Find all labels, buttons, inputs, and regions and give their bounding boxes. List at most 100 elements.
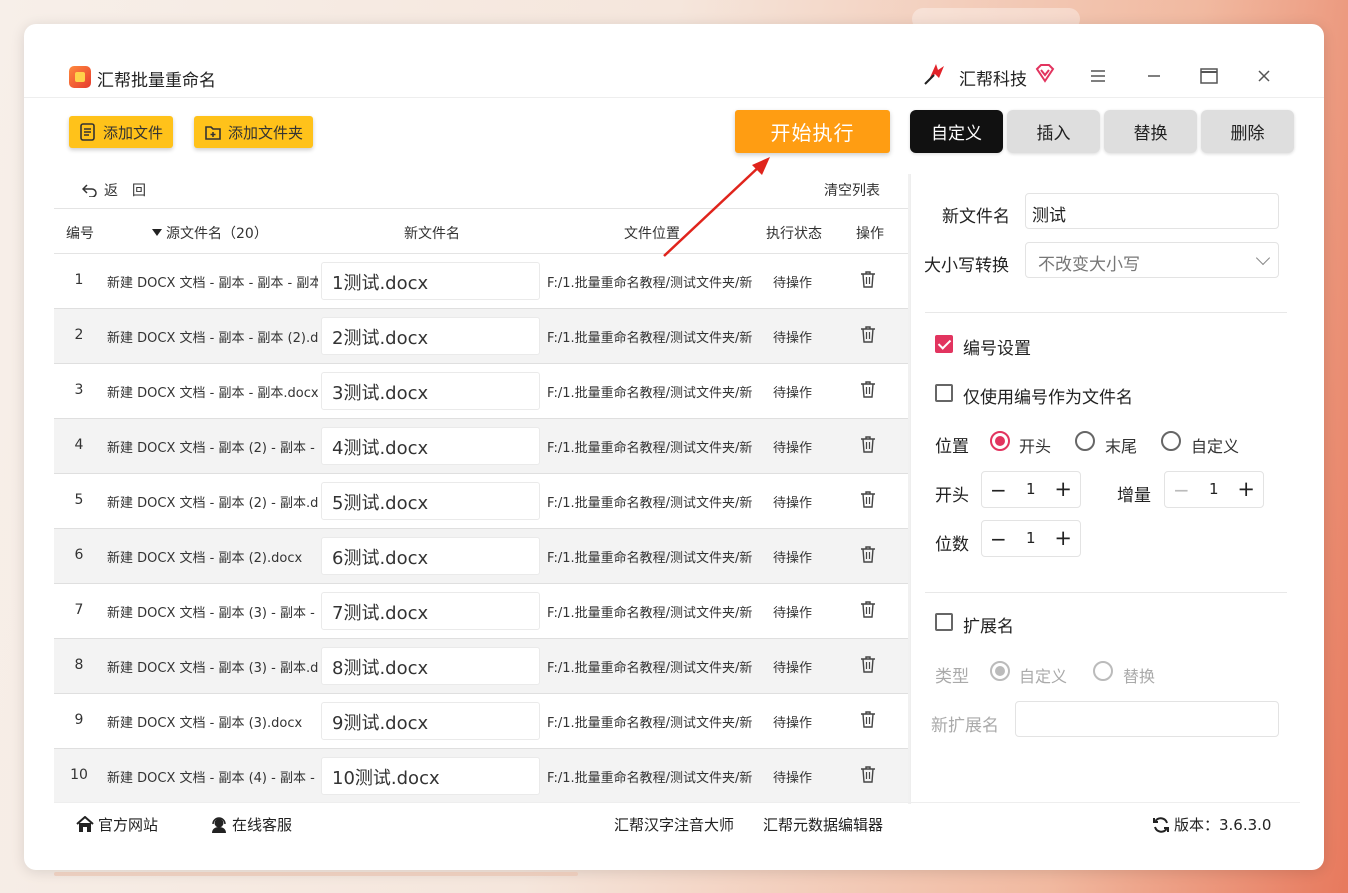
trash-icon[interactable]: [860, 600, 880, 620]
row-new-name-input[interactable]: 7测试.docx: [321, 592, 540, 630]
row-status: 待操作: [773, 331, 813, 346]
maximize-icon[interactable]: [1195, 62, 1223, 90]
vip-diamond-icon[interactable]: [1034, 62, 1056, 84]
link-metadata[interactable]: 汇帮元数据编辑器: [763, 814, 883, 835]
row-number: 5: [74, 492, 84, 508]
service-label: 在线客服: [232, 816, 293, 834]
ext-checkbox[interactable]: [935, 613, 953, 631]
table-row[interactable]: 2 新建 DOCX 文档 - 副本 - 副本 (2).docx 2测试.docx F:…: [54, 309, 908, 364]
trash-icon[interactable]: [860, 380, 880, 400]
row-number: 1: [74, 272, 84, 288]
table-row[interactable]: 9 新建 DOCX 文档 - 副本 (3).docx 9测试.docx F:/1.批量…: [54, 694, 908, 749]
undo-button[interactable]: 返 回: [82, 180, 146, 200]
type-option-replace: 替换: [1123, 667, 1156, 686]
menu-icon[interactable]: [1084, 62, 1112, 90]
tab-replace[interactable]: 替换: [1104, 110, 1197, 153]
step-stepper[interactable]: − 1 +: [1164, 471, 1264, 508]
divider: [925, 592, 1287, 593]
table-row[interactable]: 7 新建 DOCX 文档 - 副本 (3) - 副本 - 7测试.docx F:/1.…: [54, 584, 908, 639]
trash-icon[interactable]: [860, 545, 880, 565]
row-new-name-input[interactable]: 5测试.docx: [321, 482, 540, 520]
step-decrement-button[interactable]: −: [1173, 478, 1190, 502]
row-source-name: 新建 DOCX 文档 - 副本 (4) - 副本 -: [107, 771, 315, 786]
version-label: 版本：3.6.3.0: [1174, 816, 1272, 834]
row-new-name-input[interactable]: 9测试.docx: [321, 702, 540, 740]
table-row[interactable]: 4 新建 DOCX 文档 - 副本 (2) - 副本 - 4测试.docx F:/1.…: [54, 419, 908, 474]
row-path: F:/1.批量重命名教程/测试文件夹/新: [547, 661, 753, 676]
trash-icon[interactable]: [860, 765, 880, 785]
position-radio-end[interactable]: [1075, 431, 1095, 451]
digits-label: 位数: [935, 535, 969, 555]
table-row[interactable]: 1 新建 DOCX 文档 - 副本 - 副本 - 副本 1测试.docx F:/1.批…: [54, 254, 908, 309]
add-file-button[interactable]: 添加文件: [69, 116, 174, 148]
table-row[interactable]: 6 新建 DOCX 文档 - 副本 (2).docx 6测试.docx F:/1.批量…: [54, 529, 908, 584]
row-path: F:/1.批量重命名教程/测试文件夹/新: [547, 496, 753, 511]
refresh-icon[interactable]: [1152, 816, 1170, 834]
add-folder-button[interactable]: 添加文件夹: [194, 116, 314, 148]
clear-list-button[interactable]: 清空列表: [824, 180, 880, 200]
website-link[interactable]: 官方网站: [76, 814, 158, 835]
table-row[interactable]: 10 新建 DOCX 文档 - 副本 (4) - 副本 - 10测试.docx F:/…: [54, 749, 908, 802]
digits-increment-button[interactable]: +: [1054, 526, 1072, 550]
numbering-checkbox[interactable]: [935, 335, 953, 353]
start-decrement-button[interactable]: −: [990, 478, 1007, 502]
website-label: 官方网站: [98, 816, 159, 834]
new-ext-input[interactable]: [1015, 701, 1279, 737]
position-radio-start[interactable]: [990, 431, 1010, 451]
trash-icon[interactable]: [860, 325, 880, 345]
case-select[interactable]: 不改变大小写: [1025, 242, 1279, 278]
trash-icon[interactable]: [860, 655, 880, 675]
row-source-name: 新建 DOCX 文档 - 副本 (3) - 副本.docx: [107, 661, 318, 676]
row-path: F:/1.批量重命名教程/测试文件夹/新: [547, 716, 753, 731]
row-status: 待操作: [773, 551, 813, 566]
header-src[interactable]: 源文件名（20）: [152, 223, 268, 243]
row-new-name-input[interactable]: 1测试.docx: [321, 262, 540, 300]
type-radio-custom[interactable]: [990, 661, 1010, 681]
row-new-name-input[interactable]: 8测试.docx: [321, 647, 540, 685]
position-radio-custom[interactable]: [1161, 431, 1181, 451]
add-file-label: 添加文件: [103, 123, 164, 142]
row-status: 待操作: [773, 716, 813, 731]
row-new-name-input[interactable]: 6测试.docx: [321, 537, 540, 575]
row-number: 9: [74, 712, 84, 728]
start-increment-button[interactable]: +: [1054, 477, 1072, 501]
add-folder-label: 添加文件夹: [228, 123, 304, 142]
start-stepper[interactable]: − 1 +: [981, 471, 1081, 508]
service-link[interactable]: 在线客服: [210, 814, 292, 835]
digits-stepper[interactable]: − 1 +: [981, 520, 1081, 557]
tab-delete[interactable]: 删除: [1201, 110, 1294, 153]
tab-custom[interactable]: 自定义: [910, 110, 1003, 153]
row-status: 待操作: [773, 276, 813, 291]
trash-icon[interactable]: [860, 710, 880, 730]
type-radio-replace[interactable]: [1093, 661, 1113, 681]
brand-name: 汇帮科技: [959, 70, 1027, 90]
undo-icon: [82, 184, 97, 197]
row-path: F:/1.批量重命名教程/测试文件夹/新: [547, 441, 753, 456]
row-new-name-input[interactable]: 10测试.docx: [321, 757, 540, 795]
row-new-name-input[interactable]: 2测试.docx: [321, 317, 540, 355]
trash-icon[interactable]: [860, 490, 880, 510]
close-icon[interactable]: [1250, 62, 1278, 90]
table-row[interactable]: 3 新建 DOCX 文档 - 副本 - 副本.docx 3测试.docx F:/1.批…: [54, 364, 908, 419]
table-row[interactable]: 5 新建 DOCX 文档 - 副本 (2) - 副本.docx 5测试.docx F:…: [54, 474, 908, 529]
footer: 官方网站 在线客服 汇帮汉字注音大师 汇帮元数据编辑器 版本：3.6.3.0: [54, 802, 1300, 848]
row-number: 4: [74, 437, 84, 453]
only-number-checkbox[interactable]: [935, 384, 953, 402]
ext-label: 扩展名: [963, 617, 1014, 637]
background-decoration: [54, 872, 578, 876]
new-name-input[interactable]: 测试: [1025, 193, 1279, 229]
digits-decrement-button[interactable]: −: [990, 527, 1007, 551]
step-increment-button[interactable]: +: [1237, 477, 1255, 501]
link-pinyin[interactable]: 汇帮汉字注音大师: [614, 814, 734, 835]
table-row[interactable]: 8 新建 DOCX 文档 - 副本 (3) - 副本.docx 8测试.docx F:…: [54, 639, 908, 694]
tab-insert[interactable]: 插入: [1007, 110, 1100, 153]
type-option-custom: 自定义: [1019, 667, 1068, 686]
row-new-name-input[interactable]: 3测试.docx: [321, 372, 540, 410]
row-path: F:/1.批量重命名教程/测试文件夹/新: [547, 771, 753, 786]
trash-icon[interactable]: [860, 435, 880, 455]
start-button[interactable]: 开始执行: [735, 110, 890, 153]
sort-down-icon: [152, 229, 162, 236]
minimize-icon[interactable]: [1140, 62, 1168, 90]
row-new-name-input[interactable]: 4测试.docx: [321, 427, 540, 465]
trash-icon[interactable]: [860, 270, 880, 290]
